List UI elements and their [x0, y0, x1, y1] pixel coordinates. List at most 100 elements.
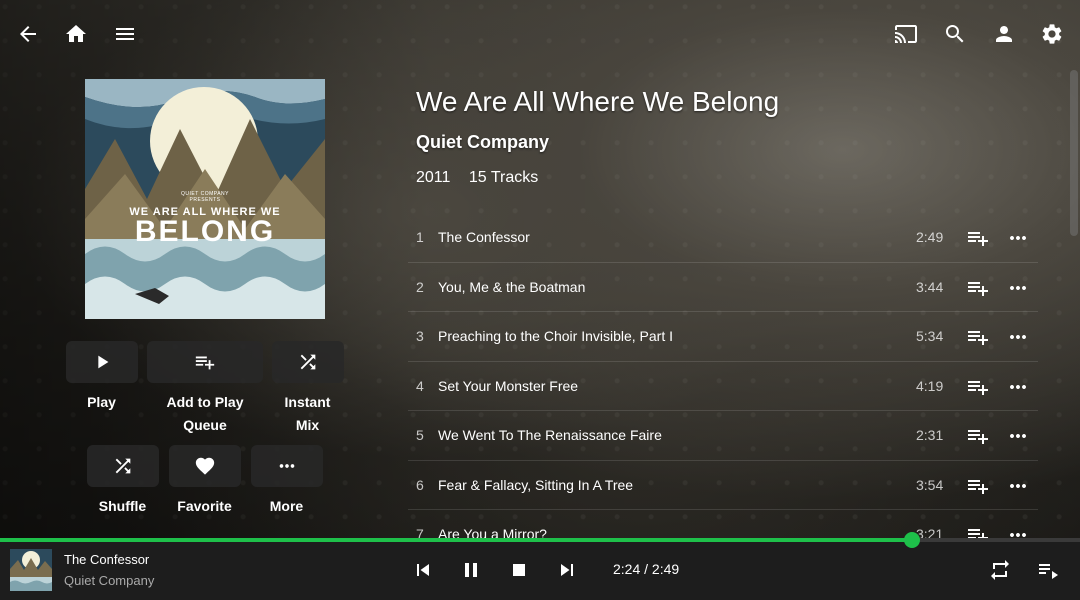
- add-to-playlist-button[interactable]: [966, 226, 990, 250]
- album-title: We Are All Where We Belong: [416, 86, 780, 117]
- playlist-add-icon: [968, 430, 988, 444]
- next-track-button[interactable]: [555, 558, 579, 582]
- instant-mix-label: Instant Mix: [284, 394, 331, 433]
- favorite-action[interactable]: Favorite: [168, 445, 241, 518]
- add-to-playlist-button[interactable]: [966, 276, 990, 300]
- track-number: 3: [416, 328, 424, 344]
- skip-previous-icon: [417, 564, 429, 576]
- track-name[interactable]: Preaching to the Choir Invisible, Part I: [438, 328, 673, 344]
- menu-icon: [116, 28, 134, 40]
- track-more-button[interactable]: [1006, 375, 1030, 399]
- track-row[interactable]: 4 Set Your Monster Free 4:19: [408, 362, 1038, 411]
- favorite-button[interactable]: [168, 445, 241, 487]
- playlist-add-icon: [968, 380, 988, 395]
- home-button[interactable]: [56, 14, 96, 54]
- track-name[interactable]: The Confessor: [438, 229, 530, 245]
- track-duration: 2:31: [916, 427, 944, 443]
- back-button[interactable]: [8, 14, 48, 54]
- add-to-queue-button[interactable]: [147, 341, 263, 383]
- progress-fill: [0, 538, 912, 542]
- shuffle-button[interactable]: [86, 445, 159, 487]
- album-artist-link[interactable]: Quiet Company: [416, 132, 549, 153]
- track-more-button[interactable]: [1006, 474, 1030, 498]
- stop-button[interactable]: [507, 558, 531, 582]
- add-to-playlist-button[interactable]: [966, 474, 990, 498]
- album-track-count: 15 Tracks: [468, 169, 539, 186]
- track-name[interactable]: Set Your Monster Free: [438, 378, 578, 394]
- play-icon: [97, 355, 108, 369]
- more-horiz-icon: [1010, 483, 1026, 488]
- track-number: 1: [416, 229, 424, 245]
- add-to-queue-action[interactable]: Add to Play Queue: [147, 341, 263, 437]
- track-row[interactable]: 3 Preaching to the Choir Invisible, Part…: [408, 312, 1038, 362]
- track-row[interactable]: 1 The Confessor 2:49: [408, 213, 1038, 263]
- more-horiz-icon: [1010, 285, 1026, 290]
- now-playing-artist[interactable]: Quiet Company: [64, 573, 154, 588]
- arrow-back-icon: [20, 26, 36, 42]
- previous-track-button[interactable]: [411, 558, 435, 582]
- instant-mix-button[interactable]: [271, 341, 344, 383]
- more-button[interactable]: [250, 445, 323, 487]
- track-name[interactable]: We Went To The Renaissance Faire: [438, 427, 662, 443]
- track-duration: 5:34: [916, 328, 944, 344]
- track-name[interactable]: You, Me & the Boatman: [438, 279, 585, 295]
- stop-icon: [513, 564, 525, 576]
- more-horiz-icon: [1010, 236, 1026, 240]
- track-list: 1 The Confessor 2:49 2 You, Me & the Boa…: [408, 213, 1038, 560]
- cover-title: BELONG: [134, 215, 276, 248]
- settings-button[interactable]: [1032, 14, 1072, 54]
- now-playing-cover[interactable]: [10, 549, 52, 591]
- track-number: 4: [416, 377, 424, 394]
- progress-bar[interactable]: [0, 532, 1080, 548]
- shuffle-action[interactable]: Shuffle: [86, 445, 159, 518]
- add-to-playlist-button[interactable]: [966, 325, 990, 349]
- track-name[interactable]: Fear & Fallacy, Sitting In A Tree: [438, 477, 633, 493]
- user-button[interactable]: [984, 14, 1024, 54]
- playlist-add-icon: [968, 479, 988, 494]
- track-more-button[interactable]: [1006, 325, 1030, 349]
- shuffle-icon: [300, 354, 315, 370]
- track-more-button[interactable]: [1006, 276, 1030, 300]
- repeat-icon: [991, 560, 1009, 580]
- track-row[interactable]: 2 You, Me & the Boatman 3:44: [408, 263, 1038, 312]
- playback-time: 2:24 / 2:49: [613, 561, 680, 577]
- playlist-add-icon: [195, 356, 215, 370]
- skip-next-icon: [561, 564, 573, 576]
- play-button[interactable]: [65, 341, 138, 383]
- progress-thumb[interactable]: [903, 532, 920, 548]
- more-horiz-icon: [1010, 384, 1026, 389]
- playlist-add-icon: [968, 232, 988, 246]
- menu-button[interactable]: [105, 14, 145, 54]
- add-to-playlist-button[interactable]: [966, 375, 990, 399]
- favorite-label: Favorite: [177, 498, 232, 514]
- album-year: 2011: [416, 169, 451, 186]
- now-playing-cover-art: [10, 549, 52, 591]
- more-horiz-icon: [1010, 335, 1026, 339]
- search-button[interactable]: [935, 14, 975, 54]
- cover-presenter: QUIET COMPANY PRESENTS: [181, 191, 229, 203]
- album-cover[interactable]: QUIET COMPANY PRESENTS WE ARE ALL WHERE …: [85, 79, 325, 319]
- track-row[interactable]: 6 Fear & Fallacy, Sitting In A Tree 3:54: [408, 461, 1038, 510]
- track-number: 2: [416, 278, 424, 295]
- shuffle-icon: [115, 458, 130, 474]
- playlist-add-icon: [968, 331, 988, 345]
- repeat-button[interactable]: [988, 558, 1012, 582]
- play-action[interactable]: Play: [65, 341, 138, 414]
- queue-button[interactable]: [1036, 558, 1060, 582]
- play-label: Play: [87, 394, 116, 410]
- add-to-playlist-button[interactable]: [966, 424, 990, 448]
- more-action[interactable]: More: [250, 445, 323, 518]
- track-row[interactable]: 5 We Went To The Renaissance Faire 2:31: [408, 411, 1038, 461]
- playlist-add-icon: [968, 281, 988, 296]
- scrollbar[interactable]: [1070, 70, 1078, 236]
- now-playing-bar: The Confessor Quiet Company 2:24 / 2:49: [0, 532, 1080, 600]
- track-more-button[interactable]: [1006, 226, 1030, 250]
- instant-mix-action[interactable]: Instant Mix: [271, 341, 344, 437]
- cast-button[interactable]: [886, 14, 926, 54]
- pause-button[interactable]: [459, 558, 483, 582]
- track-duration: 3:54: [916, 476, 944, 493]
- track-more-button[interactable]: [1006, 424, 1030, 448]
- top-bar: [0, 0, 1080, 68]
- now-playing-title[interactable]: The Confessor: [64, 552, 149, 567]
- search-icon: [946, 25, 964, 43]
